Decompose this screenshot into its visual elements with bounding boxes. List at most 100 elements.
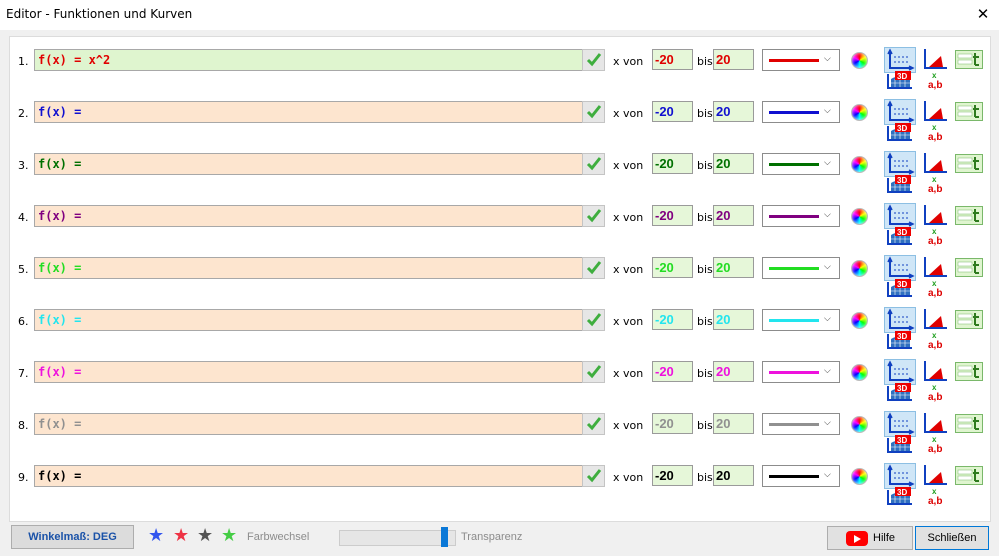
x-to-input[interactable]: 20 xyxy=(713,465,754,486)
parameter-ab-icon[interactable]: x a,b xyxy=(926,123,946,143)
3d-icon[interactable]: 3D xyxy=(886,227,914,246)
help-button[interactable]: Hilfe xyxy=(827,526,913,550)
x-from-input[interactable]: -20 xyxy=(652,465,693,486)
blue-star-icon[interactable]: ★ xyxy=(148,527,164,545)
function-input[interactable]: f(x) = x^2 xyxy=(34,49,583,71)
line-color-select[interactable]: ⌵ xyxy=(762,361,840,383)
checkmark-icon[interactable] xyxy=(582,101,605,123)
checkmark-icon[interactable] xyxy=(582,465,605,487)
area-triangle-icon[interactable] xyxy=(921,47,949,71)
function-input[interactable]: f(x) = xyxy=(34,413,583,435)
red-star-icon[interactable]: ★ xyxy=(173,527,189,545)
3d-icon[interactable]: 3D xyxy=(886,383,914,402)
graph-axes-icon[interactable] xyxy=(884,463,916,489)
area-triangle-icon[interactable] xyxy=(921,463,949,487)
x-to-input[interactable]: 20 xyxy=(713,205,754,226)
3d-icon[interactable]: 3D xyxy=(886,279,914,298)
area-triangle-icon[interactable] xyxy=(921,203,949,227)
area-triangle-icon[interactable] xyxy=(921,255,949,279)
parameter-ab-icon[interactable]: x a,b xyxy=(926,71,946,91)
close-button[interactable]: Schließen xyxy=(915,526,989,550)
x-from-input[interactable]: -20 xyxy=(652,153,693,174)
angle-mode-button[interactable]: Winkelmaß: DEG xyxy=(11,525,134,549)
checkmark-icon[interactable] xyxy=(582,205,605,227)
line-color-select[interactable]: ⌵ xyxy=(762,309,840,331)
x-from-input[interactable]: -20 xyxy=(652,49,693,70)
checkmark-icon[interactable] xyxy=(582,153,605,175)
3d-icon[interactable]: 3D xyxy=(886,487,914,506)
graph-axes-icon[interactable] xyxy=(884,151,916,177)
x-from-input[interactable]: -20 xyxy=(652,257,693,278)
color-wheel-icon[interactable] xyxy=(851,156,868,173)
checkmark-icon[interactable] xyxy=(582,361,605,383)
line-color-select[interactable]: ⌵ xyxy=(762,101,840,123)
x-to-input[interactable]: 20 xyxy=(713,361,754,382)
x-from-input[interactable]: -20 xyxy=(652,413,693,434)
value-table-icon[interactable] xyxy=(955,414,983,433)
x-to-input[interactable]: 20 xyxy=(713,153,754,174)
function-input[interactable]: f(x) = xyxy=(34,257,583,279)
checkmark-icon[interactable] xyxy=(582,49,605,71)
graph-axes-icon[interactable] xyxy=(884,411,916,437)
x-to-input[interactable]: 20 xyxy=(713,101,754,122)
3d-icon[interactable]: 3D xyxy=(886,331,914,350)
color-wheel-icon[interactable] xyxy=(851,104,868,121)
function-input[interactable]: f(x) = xyxy=(34,205,583,227)
value-table-icon[interactable] xyxy=(955,102,983,121)
color-wheel-icon[interactable] xyxy=(851,364,868,381)
x-to-input[interactable]: 20 xyxy=(713,49,754,70)
value-table-icon[interactable] xyxy=(955,258,983,277)
value-table-icon[interactable] xyxy=(955,362,983,381)
graph-axes-icon[interactable] xyxy=(884,99,916,125)
x-from-input[interactable]: -20 xyxy=(652,309,693,330)
close-icon[interactable]: ✕ xyxy=(967,0,999,30)
parameter-ab-icon[interactable]: x a,b xyxy=(926,383,946,403)
parameter-ab-icon[interactable]: x a,b xyxy=(926,487,946,507)
3d-icon[interactable]: 3D xyxy=(886,123,914,142)
dark-star-icon[interactable]: ★ xyxy=(197,527,213,545)
function-input[interactable]: f(x) = xyxy=(34,153,583,175)
color-wheel-icon[interactable] xyxy=(851,468,868,485)
checkmark-icon[interactable] xyxy=(582,309,605,331)
value-table-icon[interactable] xyxy=(955,466,983,485)
line-color-select[interactable]: ⌵ xyxy=(762,153,840,175)
x-from-input[interactable]: -20 xyxy=(652,101,693,122)
function-input[interactable]: f(x) = xyxy=(34,361,583,383)
area-triangle-icon[interactable] xyxy=(921,151,949,175)
3d-icon[interactable]: 3D xyxy=(886,435,914,454)
line-color-select[interactable]: ⌵ xyxy=(762,49,840,71)
color-wheel-icon[interactable] xyxy=(851,312,868,329)
x-from-input[interactable]: -20 xyxy=(652,205,693,226)
green-star-icon[interactable]: ★ xyxy=(221,527,237,545)
value-table-icon[interactable] xyxy=(955,206,983,225)
line-color-select[interactable]: ⌵ xyxy=(762,465,840,487)
checkmark-icon[interactable] xyxy=(582,413,605,435)
3d-icon[interactable]: 3D xyxy=(886,175,914,194)
transparency-slider-thumb[interactable] xyxy=(441,527,449,547)
color-wheel-icon[interactable] xyxy=(851,52,868,69)
function-input[interactable]: f(x) = xyxy=(34,309,583,331)
area-triangle-icon[interactable] xyxy=(921,307,949,331)
area-triangle-icon[interactable] xyxy=(921,99,949,123)
value-table-icon[interactable] xyxy=(955,154,983,173)
graph-axes-icon[interactable] xyxy=(884,203,916,229)
parameter-ab-icon[interactable]: x a,b xyxy=(926,227,946,247)
area-triangle-icon[interactable] xyxy=(921,359,949,383)
x-to-input[interactable]: 20 xyxy=(713,413,754,434)
x-from-input[interactable]: -20 xyxy=(652,361,693,382)
parameter-ab-icon[interactable]: x a,b xyxy=(926,175,946,195)
function-input[interactable]: f(x) = xyxy=(34,465,583,487)
graph-axes-icon[interactable] xyxy=(884,359,916,385)
graph-axes-icon[interactable] xyxy=(884,255,916,281)
parameter-ab-icon[interactable]: x a,b xyxy=(926,435,946,455)
line-color-select[interactable]: ⌵ xyxy=(762,413,840,435)
x-to-input[interactable]: 20 xyxy=(713,309,754,330)
color-wheel-icon[interactable] xyxy=(851,416,868,433)
value-table-icon[interactable] xyxy=(955,50,983,69)
line-color-select[interactable]: ⌵ xyxy=(762,257,840,279)
3d-icon[interactable]: 3D xyxy=(886,71,914,90)
graph-axes-icon[interactable] xyxy=(884,307,916,333)
checkmark-icon[interactable] xyxy=(582,257,605,279)
function-input[interactable]: f(x) = xyxy=(34,101,583,123)
value-table-icon[interactable] xyxy=(955,310,983,329)
